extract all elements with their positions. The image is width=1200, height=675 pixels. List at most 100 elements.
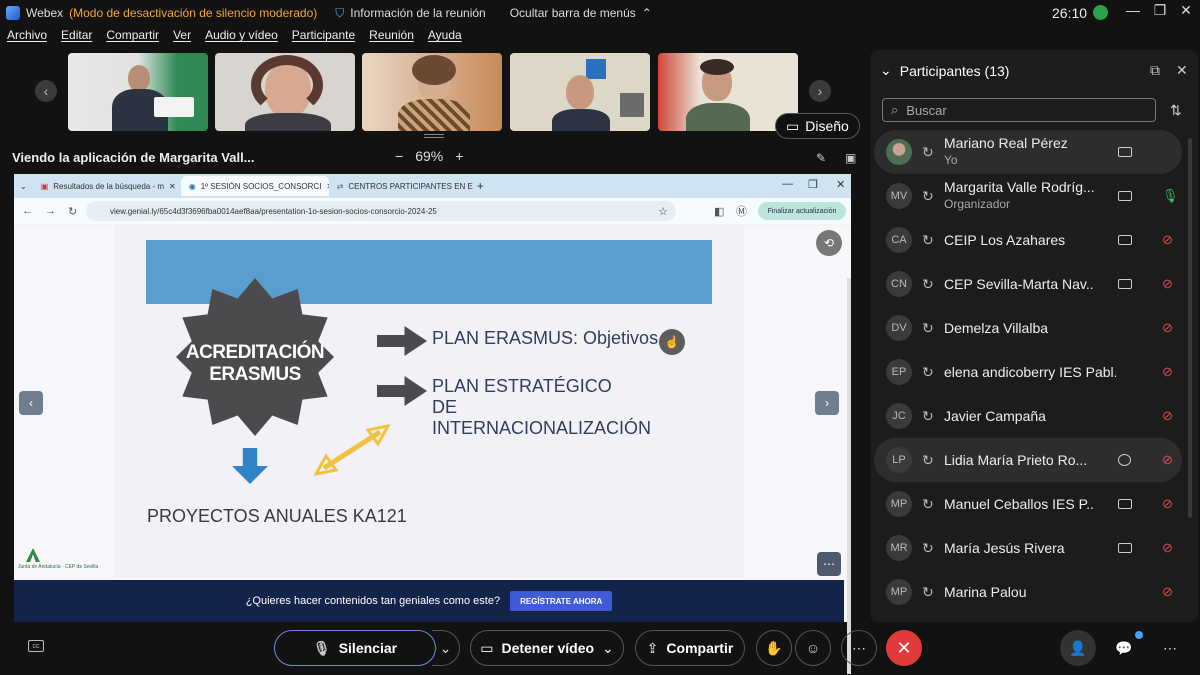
browser-close-icon[interactable]: ✕ [836,178,845,191]
video-next-button[interactable]: › [809,80,831,102]
browser-restore-icon[interactable]: ❐ [808,178,818,191]
participant-row[interactable]: MR ↻ María Jesús Rivera ⊘ [874,526,1182,570]
captions-icon[interactable]: cc [28,640,44,652]
leave-meeting-button[interactable]: ✕ [886,630,922,666]
connection-icon[interactable] [1093,5,1108,20]
slide-item-2: PLAN ESTRATÉGICO DE INTERNACIONALIZACIÓN [432,376,652,438]
menu-ver[interactable]: Ver [173,28,191,48]
close-window-icon[interactable]: ✕ [1174,2,1198,19]
layout-button[interactable]: ▭ Diseño [775,113,860,139]
mic-muted-icon: ⊘ [1162,584,1173,599]
mic-muted-icon: ⊘ [1162,232,1173,247]
participant-row[interactable]: LP ↻ Lidia María Prieto Ro... ⊘ [874,438,1182,482]
participant-row[interactable]: CN ↻ CEP Sevilla-Marta Nav... ⊘ [874,262,1182,306]
profile-icon[interactable]: Ⓜ [736,203,747,219]
panel-header[interactable]: ⌄ Participantes (13) [880,62,1009,79]
audio-options-button[interactable]: ⌄ [432,630,460,666]
participant-row[interactable]: EP ↻ elena andicoberry IES Pabl... ⊘ [874,350,1182,394]
participant-row[interactable]: MV ↻ Margarita Valle Rodríg... Organizad… [874,174,1182,218]
menu-audio-video[interactable]: Audio y vídeo [205,28,278,48]
hide-menu-button[interactable]: Ocultar barra de menús ⌃ [510,6,652,20]
reactions-button[interactable]: ☺ [795,630,831,666]
double-arrow-icon [314,424,390,476]
finish-update-button[interactable]: Finalizar actualización [758,202,846,220]
menu-ayuda[interactable]: Ayuda [428,28,462,48]
sidebar-icon[interactable]: ◧ [714,205,724,218]
stop-video-button[interactable]: ▭ Detener vídeo ⌄ [470,630,624,666]
tab-favicon-icon: ⇄ [336,181,344,191]
video-tile[interactable] [362,53,502,131]
menu-reunion[interactable]: Reunión [369,28,414,48]
browser-tab-active[interactable]: ◉ 1º SESIÓN SOCIOS_CONSORCI ✕ [180,176,329,196]
minimize-icon[interactable]: — [1121,2,1145,18]
interactive-hotspot-icon[interactable]: ☝ [659,329,685,355]
sync-icon: ↻ [922,143,934,160]
reload-icon[interactable]: ↻ [68,205,77,218]
avatar: MP [886,579,912,605]
participants-button[interactable]: 👤 [1060,630,1096,666]
genially-action-icon[interactable]: ⟲ [816,230,842,256]
back-icon[interactable]: ← [22,205,33,217]
raise-hand-button[interactable]: ✋ [756,630,792,666]
zoom-level: 69% [415,148,444,164]
participant-row[interactable]: MP ↻ Manuel Ceballos IES P... ⊘ [874,482,1182,526]
participant-row[interactable]: ↻ Mariano Real Pérez Yo [874,130,1182,174]
new-tab-icon[interactable]: + [477,179,484,193]
url-bar[interactable]: view.genial.ly/65c4d3f3696fba0014aef8aa/… [86,201,676,221]
browser-tab[interactable]: ⇄ CENTROS PARTICIPANTES EN E ✕ [329,176,477,196]
sort-icon[interactable]: ⇅ [1170,102,1182,119]
more-button[interactable]: ⋯ [841,630,877,666]
participant-list: ↻ Mariano Real Pérez Yo MV ↻ Margarita V… [874,130,1182,614]
resize-handle[interactable] [424,134,444,138]
video-tile[interactable] [215,53,355,131]
menu-participante[interactable]: Participante [292,28,355,48]
popout-icon[interactable]: ⧉ [1150,62,1160,79]
bookmark-star-icon[interactable]: ☆ [658,205,668,218]
close-tab-icon[interactable]: ✕ [169,182,176,191]
close-panel-icon[interactable]: ✕ [1176,62,1188,79]
slide-next-button[interactable]: › [815,391,839,415]
microphone-icon: 🎙 [312,639,331,656]
meeting-info-label: Información de la reunión [350,6,486,20]
share-button[interactable]: ⇪ Compartir [635,630,745,666]
annotate-icon[interactable]: ✎ [816,151,830,165]
browser-tabs: ⌄ ▣ Resultados de la búsqueda - m ✕ ◉ 1º… [14,174,851,198]
menu-editar[interactable]: Editar [61,28,92,48]
participant-row[interactable]: JC ↻ Javier Campaña ⊘ [874,394,1182,438]
more-options-icon[interactable]: ⋯ [817,552,841,576]
mute-button[interactable]: 🎙 Silenciar [274,630,436,666]
participant-row[interactable]: MP ↻ Marina Palou ⊘ [874,570,1182,614]
avatar: CA [886,227,912,253]
restore-icon[interactable]: ❐ [1148,2,1172,19]
video-tile[interactable] [510,53,650,131]
page-scrollbar[interactable] [847,278,851,674]
sync-icon: ↻ [922,275,934,292]
browser-tab[interactable]: ▣ Resultados de la búsqueda - m ✕ [33,176,181,196]
chat-icon[interactable] [1118,454,1131,466]
tab-list-icon[interactable]: ⌄ [20,182,27,191]
slide-prev-button[interactable]: ‹ [19,391,43,415]
panel-scrollbar[interactable] [1188,138,1192,518]
zoom-in-icon[interactable]: + [455,148,463,164]
meeting-info-button[interactable]: ⛉ Información de la reunión [335,6,485,21]
menu-compartir[interactable]: Compartir [106,28,159,48]
participant-row[interactable]: CA ↻ CEIP Los Azahares ⊘ [874,218,1182,262]
participant-row[interactable]: DV ↻ Demelza Villalba ⊘ [874,306,1182,350]
browser-minimize-icon[interactable]: — [782,178,793,190]
avatar: LP [886,447,912,473]
register-button[interactable]: REGÍSTRATE AHORA [510,591,613,611]
avatar [886,139,912,165]
search-input[interactable]: ⌕ Buscar [882,98,1156,122]
share-view-icon[interactable]: ▣ [845,151,859,165]
layout-label: Diseño [805,118,849,134]
zoom-out-icon[interactable]: − [395,148,403,164]
menu-archivo[interactable]: Archivo [7,28,47,48]
share-label: Compartir [666,640,734,656]
tab-favicon-icon: ▣ [40,181,49,191]
more-panels-button[interactable]: ⋯ [1152,630,1188,666]
video-prev-button[interactable]: ‹ [35,80,57,102]
mic-muted-icon: ⊘ [1162,496,1173,511]
sync-icon: ↻ [922,231,934,248]
video-tile[interactable] [68,53,208,131]
forward-icon[interactable]: → [45,205,56,217]
